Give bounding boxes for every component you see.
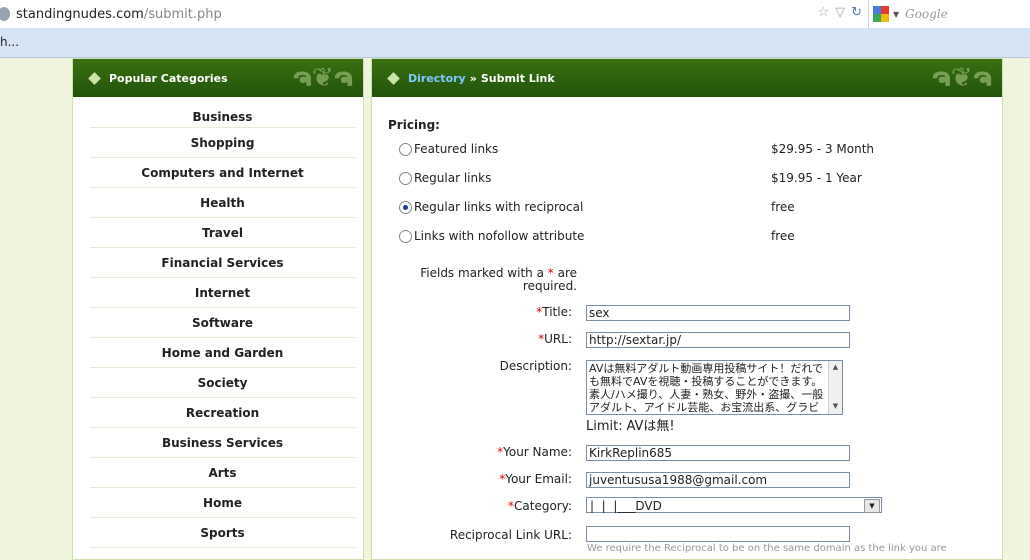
pricing-price: free xyxy=(771,200,795,214)
required-note-text: required. xyxy=(522,279,577,293)
categories-title: Popular Categories xyxy=(109,71,228,85)
swirl-ornament-icon: ຈ❦ຈ xyxy=(292,63,353,93)
categories-panel: Popular Categories ຈ❦ຈ Business Shopping… xyxy=(72,58,364,560)
submit-panel: Directory » Submit Link ຈ❦ຈ Pricing: Fea… xyxy=(371,58,1003,560)
reload-icon[interactable]: ↻ xyxy=(851,5,862,20)
diamond-icon xyxy=(88,71,101,85)
title-input[interactable]: sex xyxy=(586,305,850,321)
email-label-text: Your Email: xyxy=(505,472,572,486)
bookmark-star-icon[interactable]: ☆ xyxy=(817,5,829,20)
category-link[interactable]: Software xyxy=(90,308,355,338)
category-link[interactable]: Shopping xyxy=(90,128,355,158)
name-label: *Your Name: xyxy=(497,445,572,459)
reciprocal-input[interactable] xyxy=(586,526,850,542)
google-icon[interactable] xyxy=(873,6,889,22)
url-domain: standingnudes.com xyxy=(16,6,144,22)
title-label-text: Title: xyxy=(542,305,572,319)
limit-value: AVは無! xyxy=(626,419,675,434)
email-label: *Your Email: xyxy=(499,472,572,486)
url-input[interactable]: http://sextar.jp/ xyxy=(586,332,850,348)
category-link[interactable]: Society xyxy=(90,368,355,398)
required-note-text: Fields marked with a xyxy=(420,266,544,280)
breadcrumb-current: Submit Link xyxy=(480,71,555,85)
category-list: Business Shopping Computers and Internet… xyxy=(73,106,363,548)
limit-label: Limit: xyxy=(586,419,623,434)
category-label-text: Category: xyxy=(514,499,572,513)
categories-header: Popular Categories ຈ❦ຈ xyxy=(73,59,363,97)
url-label: *URL: xyxy=(538,332,572,346)
breadcrumb-directory-link[interactable]: Directory xyxy=(408,72,466,85)
category-link[interactable]: Internet xyxy=(90,278,355,308)
category-select[interactable]: | | |___DVD ▼ xyxy=(586,497,882,513)
browser-toolbar: standingnudes.com/submit.php ☆ ▽ ↻ ▼ Goo… xyxy=(0,0,1030,29)
category-link[interactable]: Home xyxy=(90,488,355,518)
dropdown-arrow-icon[interactable]: ▽ xyxy=(835,5,845,20)
description-textarea[interactable]: AVは無料アダルト動画専用投稿サイト！だれでも無料でAVを視聴・投稿することがで… xyxy=(586,360,843,415)
pricing-label: Links with nofollow attribute xyxy=(414,229,585,243)
title-label: *Title: xyxy=(536,305,572,319)
textarea-scrollbar[interactable]: ▲ ▼ xyxy=(828,361,842,414)
radio-regular[interactable] xyxy=(399,171,412,185)
radio-featured[interactable] xyxy=(399,142,412,156)
search-placeholder: Google xyxy=(905,7,948,21)
pricing-option-nofollow[interactable]: Links with nofollow attribute free xyxy=(399,227,959,245)
breadcrumb-separator: » xyxy=(469,71,477,85)
pricing-option-featured[interactable]: Featured links $29.95 - 3 Month xyxy=(399,140,959,158)
pricing-label: Regular links with reciprocal xyxy=(414,200,584,214)
required-fields-note: Fields marked with a * are required. xyxy=(402,267,577,293)
submit-form: Pricing: Featured links $29.95 - 3 Month… xyxy=(372,97,1002,559)
description-text: AVは無料アダルト動画専用投稿サイト！だれでも無料でAVを視聴・投稿することがで… xyxy=(589,362,824,414)
name-label-text: Your Name: xyxy=(503,445,572,459)
url-path: /submit.php xyxy=(143,6,222,22)
diamond-icon xyxy=(387,71,400,85)
category-link[interactable]: Recreation xyxy=(90,398,355,428)
pricing-option-reciprocal[interactable]: Regular links with reciprocal free xyxy=(399,198,959,216)
url-label-text: URL: xyxy=(544,332,572,346)
category-link[interactable]: Travel xyxy=(90,218,355,248)
search-engine-dropdown-icon[interactable]: ▼ xyxy=(893,10,899,19)
category-link[interactable]: Sports xyxy=(90,518,355,548)
name-input[interactable]: KirkReplin685 xyxy=(586,445,850,461)
pricing-label: Regular links xyxy=(414,171,492,185)
required-note-text: are xyxy=(557,266,577,280)
chevron-down-icon[interactable]: ▼ xyxy=(864,499,880,513)
category-label: *Category: xyxy=(508,499,572,513)
swirl-ornament-icon: ຈ❦ຈ xyxy=(931,63,992,93)
limit-row: Limit: AVは無! xyxy=(586,415,675,434)
radio-reciprocal[interactable] xyxy=(399,200,412,214)
pricing-price: $19.95 - 1 Year xyxy=(771,171,862,185)
category-link[interactable]: Computers and Internet xyxy=(90,158,355,188)
address-bar[interactable]: standingnudes.com/submit.php ☆ ▽ ↻ xyxy=(0,0,866,28)
radio-nofollow[interactable] xyxy=(399,229,412,243)
bookmark-item[interactable]: h... xyxy=(0,35,19,49)
bookmarks-bar: h... xyxy=(0,28,1030,58)
reciprocal-label: Reciprocal Link URL: xyxy=(449,528,572,542)
email-input[interactable]: juventususa1988@gmail.com xyxy=(586,472,850,488)
category-link[interactable]: Business xyxy=(90,106,355,128)
pricing-option-regular[interactable]: Regular links $19.95 - 1 Year xyxy=(399,169,959,187)
category-link[interactable]: Financial Services xyxy=(90,248,355,278)
pricing-title: Pricing: xyxy=(388,118,440,132)
category-link[interactable]: Business Services xyxy=(90,428,355,458)
required-star: * xyxy=(547,266,554,280)
pricing-price: $29.95 - 3 Month xyxy=(771,142,875,156)
breadcrumb: Directory » Submit Link ຈ❦ຈ xyxy=(372,59,1002,97)
search-box[interactable]: ▼ Google xyxy=(868,0,1030,28)
pricing-label: Featured links xyxy=(414,142,499,156)
reciprocal-note: We require the Reciprocal to be on the s… xyxy=(587,543,947,554)
category-link[interactable]: Arts xyxy=(90,458,355,488)
category-selected: | | |___DVD xyxy=(590,499,662,513)
category-link[interactable]: Health xyxy=(90,188,355,218)
description-label: Description: xyxy=(499,359,572,373)
category-link[interactable]: Home and Garden xyxy=(90,338,355,368)
pricing-price: free xyxy=(771,229,795,243)
globe-icon xyxy=(0,7,10,21)
